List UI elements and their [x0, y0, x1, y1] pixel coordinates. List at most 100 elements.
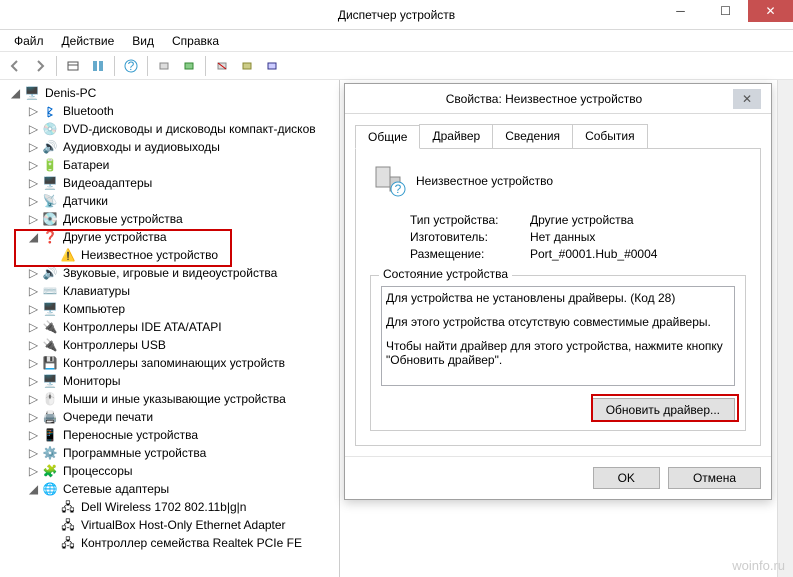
svg-text:?: ?: [395, 182, 402, 196]
titlebar: Диспетчер устройств ─ ☐ ✕: [0, 0, 793, 30]
properties-dialog: Свойства: Неизвестное устройство ✕ Общие…: [344, 83, 772, 500]
cpu-icon: 🧩: [42, 463, 58, 479]
tab-driver[interactable]: Драйвер: [419, 124, 493, 148]
dialog-footer: OK Отмена: [345, 456, 771, 499]
tree-item: ▷🖱️Мыши и иные указывающие устройства: [26, 390, 339, 408]
back-icon[interactable]: [4, 55, 26, 77]
menu-action[interactable]: Действие: [54, 32, 123, 50]
update-driver-icon[interactable]: [178, 55, 200, 77]
status-textarea[interactable]: Для устройства не установлены драйверы. …: [381, 286, 735, 386]
storage-icon: 💾: [42, 355, 58, 371]
sensor-icon: 📡: [42, 193, 58, 209]
disable-icon[interactable]: [236, 55, 258, 77]
right-pane: Свойства: Неизвестное устройство ✕ Общие…: [340, 80, 793, 577]
tree-item: ·🖧Dell Wireless 1702 802.11b|g|n: [44, 498, 339, 516]
network-adapter-icon: 🖧: [60, 517, 76, 533]
minimize-button[interactable]: ─: [658, 0, 703, 22]
audio-icon: 🔊: [42, 139, 58, 155]
disc-icon: 💿: [42, 121, 58, 137]
tree-item: ▷💾Контроллеры запоминающих устройств: [26, 354, 339, 372]
tree-item: ▷🖥️Видеоадаптеры: [26, 174, 339, 192]
tab-general[interactable]: Общие: [355, 125, 420, 149]
tab-details[interactable]: Сведения: [492, 124, 573, 148]
cancel-button[interactable]: Отмена: [668, 467, 761, 489]
network-adapter-icon: 🖧: [60, 499, 76, 515]
monitor-icon: 🖥️: [42, 373, 58, 389]
tab-events[interactable]: События: [572, 124, 648, 148]
enable-icon[interactable]: [261, 55, 283, 77]
window-controls: ─ ☐ ✕: [658, 0, 793, 22]
tree-item: ▷🖥️Компьютер: [26, 300, 339, 318]
update-driver-button[interactable]: Обновить драйвер...: [591, 398, 735, 422]
keyboard-icon: ⌨️: [42, 283, 58, 299]
bluetooth-icon: [42, 103, 58, 119]
help-icon[interactable]: ?: [120, 55, 142, 77]
warning-icon: ⚠️: [60, 247, 76, 263]
dialog-title: Свойства: Неизвестное устройство: [355, 92, 733, 106]
ok-button[interactable]: OK: [593, 467, 660, 489]
tree-item: ·🖧Контроллер семейства Realtek PCIe FE: [44, 534, 339, 552]
computer-icon: 🖥️: [42, 301, 58, 317]
device-tree[interactable]: ◢🖥️Denis-PC ▷Bluetooth ▷💿DVD-дисководы и…: [0, 84, 339, 552]
device-tree-pane: ◢🖥️Denis-PC ▷Bluetooth ▷💿DVD-дисководы и…: [0, 80, 340, 577]
tree-item: ▷🔊Звуковые, игровые и видеоустройства: [26, 264, 339, 282]
tree-item: ·🖧VirtualBox Host-Only Ethernet Adapter: [44, 516, 339, 534]
tree-item-unknown: ·⚠️Неизвестное устройство: [44, 246, 339, 264]
show-hidden-icon[interactable]: [62, 55, 84, 77]
uninstall-icon[interactable]: [211, 55, 233, 77]
prop-mfg-label: Изготовитель:: [410, 230, 530, 244]
tree-item: ▷🖨️Очереди печати: [26, 408, 339, 426]
prop-loc-value: Port_#0001.Hub_#0004: [530, 247, 657, 261]
software-icon: ⚙️: [42, 445, 58, 461]
tree-item: ▷💽Дисковые устройства: [26, 210, 339, 228]
sound-icon: 🔊: [42, 265, 58, 281]
tree-item-network: ◢🌐Сетевые адаптеры: [26, 480, 339, 498]
printer-icon: 🖨️: [42, 409, 58, 425]
prop-mfg-value: Нет данных: [530, 230, 595, 244]
maximize-button[interactable]: ☐: [703, 0, 748, 22]
status-group-label: Состояние устройства: [379, 267, 512, 281]
prop-type-value: Другие устройства: [530, 213, 634, 227]
expander-icon[interactable]: ◢: [10, 84, 21, 102]
portable-icon: 📱: [42, 427, 58, 443]
tree-item: ▷⚙️Программные устройства: [26, 444, 339, 462]
network-adapter-icon: 🖧: [60, 535, 76, 551]
tree-item: ▷🖥️Мониторы: [26, 372, 339, 390]
computer-icon: 🖥️: [24, 85, 40, 101]
tree-item: ▷Bluetooth: [26, 102, 339, 120]
tree-root: ◢🖥️Denis-PC: [8, 84, 339, 102]
menu-help[interactable]: Справка: [164, 32, 227, 50]
close-button[interactable]: ✕: [748, 0, 793, 22]
display-adapter-icon: 🖥️: [42, 175, 58, 191]
mouse-icon: 🖱️: [42, 391, 58, 407]
forward-icon[interactable]: [29, 55, 51, 77]
dialog-titlebar: Свойства: Неизвестное устройство ✕: [345, 84, 771, 114]
device-big-icon: ?: [370, 163, 406, 199]
tree-item: ▷🔌Контроллеры IDE ATA/ATAPI: [26, 318, 339, 336]
tree-item: ▷📱Переносные устройства: [26, 426, 339, 444]
toolbar: ?: [0, 52, 793, 80]
prop-loc-label: Размещение:: [410, 247, 530, 261]
tree-item: ▷🧩Процессоры: [26, 462, 339, 480]
usb-icon: 🔌: [42, 337, 58, 353]
tree-item: ▷📡Датчики: [26, 192, 339, 210]
properties-icon[interactable]: [87, 55, 109, 77]
menubar: Файл Действие Вид Справка: [0, 30, 793, 52]
menu-file[interactable]: Файл: [6, 32, 52, 50]
tree-item: ▷🔌Контроллеры USB: [26, 336, 339, 354]
network-icon: 🌐: [42, 481, 58, 497]
dialog-close-button[interactable]: ✕: [733, 89, 761, 109]
other-devices-icon: ❓: [42, 229, 58, 245]
scan-icon[interactable]: [153, 55, 175, 77]
status-group: Состояние устройства Для устройства не у…: [370, 275, 746, 431]
tree-item: ▷⌨️Клавиатуры: [26, 282, 339, 300]
device-name: Неизвестное устройство: [416, 174, 553, 188]
scrollbar[interactable]: [777, 80, 793, 577]
battery-icon: 🔋: [42, 157, 58, 173]
tree-item: ▷🔋Батареи: [26, 156, 339, 174]
tab-content: ? Неизвестное устройство Тип устройства:…: [355, 149, 761, 446]
tree-item-other: ◢❓Другие устройства: [26, 228, 339, 246]
watermark: woinfo.ru: [732, 558, 785, 573]
disk-icon: 💽: [42, 211, 58, 227]
menu-view[interactable]: Вид: [124, 32, 162, 50]
